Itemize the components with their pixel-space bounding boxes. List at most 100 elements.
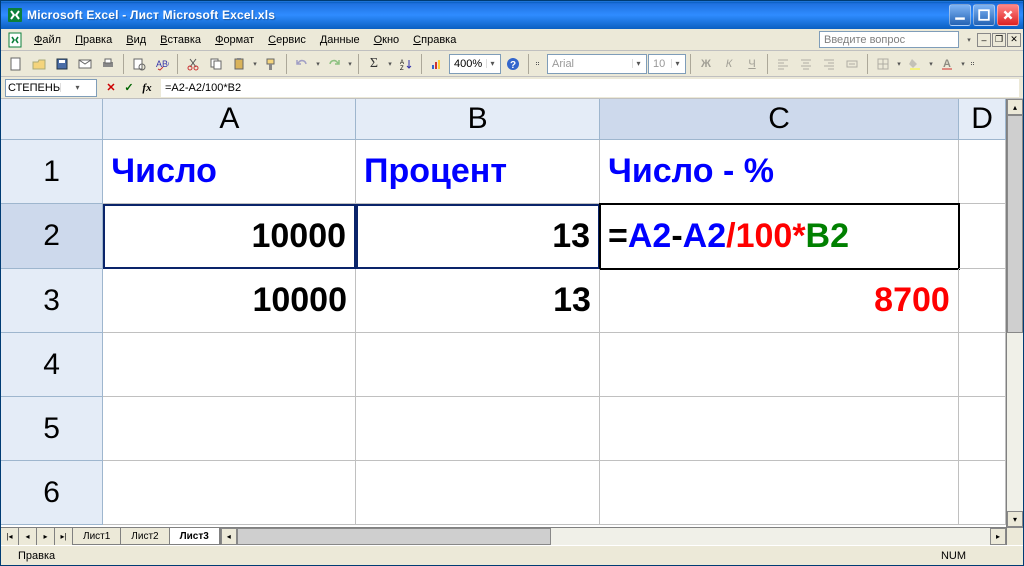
column-header[interactable]: B — [356, 99, 600, 140]
horizontal-scrollbar[interactable]: ◂ ▸ — [220, 528, 1006, 545]
paste-icon[interactable] — [228, 53, 250, 75]
cell[interactable] — [959, 397, 1006, 461]
cell[interactable] — [600, 461, 959, 525]
menu-вид[interactable]: Вид — [119, 32, 153, 48]
row-header[interactable]: 4 — [1, 333, 103, 397]
menu-окно[interactable]: Окно — [367, 32, 407, 48]
worksheet-grid[interactable]: ABCD 1ЧислоПроцентЧисло - % 21000013=A2-A… — [1, 99, 1006, 545]
cell[interactable] — [356, 333, 600, 397]
cell[interactable] — [959, 204, 1006, 269]
menu-данные[interactable]: Данные — [313, 32, 367, 48]
help-dropdown-icon[interactable]: ▾ — [965, 36, 973, 44]
cell[interactable]: 13 — [356, 204, 600, 269]
copy-icon[interactable] — [205, 53, 227, 75]
underline-icon[interactable]: Ч — [741, 53, 763, 75]
toolbar-overflow-icon[interactable] — [533, 53, 539, 75]
minimize-button[interactable] — [949, 4, 971, 26]
menu-сервис[interactable]: Сервис — [261, 32, 313, 48]
cell[interactable] — [959, 140, 1006, 204]
undo-icon[interactable] — [291, 53, 313, 75]
column-header[interactable]: C — [600, 99, 959, 140]
hscroll-left-icon[interactable]: ◂ — [221, 528, 237, 545]
autosum-icon[interactable]: Σ — [363, 53, 385, 75]
merge-icon[interactable] — [841, 53, 863, 75]
sheet-tab[interactable]: Лист2 — [120, 528, 169, 545]
print-icon[interactable] — [97, 53, 119, 75]
cell[interactable] — [103, 461, 356, 525]
tab-next-icon[interactable]: ▸ — [37, 528, 55, 545]
cell[interactable] — [959, 269, 1006, 333]
menu-файл[interactable]: Файл — [27, 32, 68, 48]
doc-excel-icon[interactable] — [7, 32, 23, 48]
formula-input[interactable]: =A2-A2/100*B2 — [161, 79, 1019, 97]
borders-icon[interactable] — [872, 53, 894, 75]
font-size-combo[interactable]: 10▾ — [648, 54, 686, 74]
cell[interactable] — [600, 333, 959, 397]
format-toolbar-overflow-icon[interactable] — [968, 53, 974, 75]
format-painter-icon[interactable] — [260, 53, 282, 75]
autosum-dropdown-icon[interactable]: ▾ — [386, 60, 394, 68]
mdi-restore-button[interactable]: ❐ — [992, 33, 1006, 47]
font-color-icon[interactable]: A — [936, 53, 958, 75]
cell[interactable]: Процент — [356, 140, 600, 204]
menu-формат[interactable]: Формат — [208, 32, 261, 48]
print-preview-icon[interactable] — [128, 53, 150, 75]
cell[interactable]: 8700 — [600, 269, 959, 333]
tab-prev-icon[interactable]: ◂ — [19, 528, 37, 545]
close-button[interactable] — [997, 4, 1019, 26]
cell[interactable]: 10000 — [103, 204, 356, 269]
enter-icon[interactable]: ✓ — [121, 80, 137, 96]
column-header[interactable]: D — [959, 99, 1006, 140]
vscroll-down-icon[interactable]: ▾ — [1007, 511, 1023, 527]
row-header[interactable]: 5 — [1, 397, 103, 461]
zoom-combo[interactable]: 400%▾ — [449, 54, 501, 74]
fx-icon[interactable]: fx — [139, 80, 155, 96]
borders-dropdown-icon[interactable]: ▾ — [895, 60, 903, 68]
redo-dropdown-icon[interactable]: ▾ — [346, 60, 354, 68]
select-all-corner[interactable] — [1, 99, 103, 140]
spellcheck-icon[interactable]: ABC — [151, 53, 173, 75]
paste-dropdown-icon[interactable]: ▾ — [251, 60, 259, 68]
hscroll-right-icon[interactable]: ▸ — [990, 528, 1006, 545]
font-name-combo[interactable]: Arial▾ — [547, 54, 647, 74]
italic-icon[interactable]: К — [718, 53, 740, 75]
cancel-icon[interactable]: ✕ — [103, 80, 119, 96]
sheet-tab[interactable]: Лист3 — [169, 528, 220, 545]
align-center-icon[interactable] — [795, 53, 817, 75]
vscroll-up-icon[interactable]: ▴ — [1007, 99, 1023, 115]
cell[interactable]: 13 — [356, 269, 600, 333]
save-icon[interactable] — [51, 53, 73, 75]
cell[interactable] — [600, 397, 959, 461]
cell[interactable] — [103, 333, 356, 397]
mail-icon[interactable] — [74, 53, 96, 75]
sort-icon[interactable]: AZ — [395, 53, 417, 75]
align-right-icon[interactable] — [818, 53, 840, 75]
help-icon[interactable]: ? — [502, 53, 524, 75]
column-header[interactable]: A — [103, 99, 356, 140]
cell[interactable]: Число — [103, 140, 356, 204]
open-icon[interactable] — [28, 53, 50, 75]
mdi-close-button[interactable]: ✕ — [1007, 33, 1021, 47]
row-header[interactable]: 2 — [1, 204, 103, 269]
bold-icon[interactable]: Ж — [695, 53, 717, 75]
help-search-input[interactable]: Введите вопрос — [819, 31, 959, 48]
cell[interactable] — [959, 461, 1006, 525]
fontcolor-dropdown-icon[interactable]: ▾ — [959, 60, 967, 68]
chart-icon[interactable] — [426, 53, 448, 75]
menu-вставка[interactable]: Вставка — [153, 32, 208, 48]
name-box[interactable]: СТЕПЕНЬ▾ — [5, 79, 97, 97]
cell[interactable]: =A2-A2/100*B2 — [600, 204, 959, 269]
cell[interactable] — [103, 397, 356, 461]
cut-icon[interactable] — [182, 53, 204, 75]
menu-правка[interactable]: Правка — [68, 32, 119, 48]
fill-color-icon[interactable] — [904, 53, 926, 75]
row-header[interactable]: 3 — [1, 269, 103, 333]
cell[interactable]: Число - % — [600, 140, 959, 204]
cell[interactable] — [959, 333, 1006, 397]
vertical-scrollbar[interactable]: ▴ ▾ — [1006, 99, 1023, 545]
cell[interactable]: 10000 — [103, 269, 356, 333]
row-header[interactable]: 1 — [1, 140, 103, 204]
fill-dropdown-icon[interactable]: ▾ — [927, 60, 935, 68]
cell[interactable] — [356, 397, 600, 461]
cell[interactable] — [356, 461, 600, 525]
